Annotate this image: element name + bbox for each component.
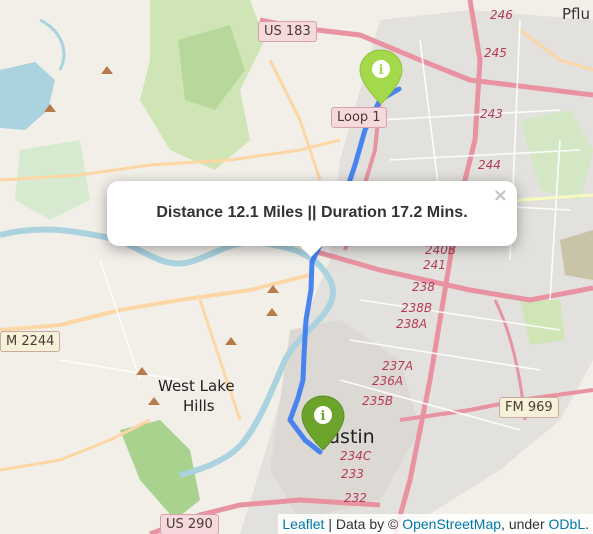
exit-label: 235B — [362, 394, 394, 408]
route-popup: Distance 12.1 Miles || Duration 17.2 Min… — [107, 181, 517, 257]
exit-label: 233 — [341, 467, 364, 481]
close-icon[interactable]: × — [493, 187, 508, 205]
exit-label: 245 — [484, 46, 507, 60]
map-attribution: Leaflet | Data by © OpenStreetMap, under… — [278, 514, 593, 534]
popup-tip — [299, 245, 323, 257]
attribution-text: . — [585, 516, 589, 532]
end-marker[interactable]: i — [300, 394, 346, 452]
map-tiles — [0, 0, 593, 534]
exit-label: 241 — [423, 258, 446, 272]
exit-label: 238A — [396, 317, 428, 331]
loop1-shield: Loop 1 — [331, 107, 387, 128]
place-pflu: Pflu — [562, 5, 591, 23]
exit-label: 238B — [401, 301, 433, 315]
us290-shield: US 290 — [160, 514, 219, 534]
exit-label: 246 — [490, 8, 513, 22]
attribution-text: | Data by © — [324, 516, 403, 532]
place-west-lake-hills: Hills — [183, 397, 215, 415]
start-marker[interactable]: i — [358, 48, 404, 106]
leaflet-link[interactable]: Leaflet — [282, 516, 324, 532]
place-west-lake: West Lake — [158, 377, 235, 395]
us183-shield: US 183 — [258, 21, 317, 42]
odbl-link[interactable]: ODbL — [549, 516, 586, 532]
exit-label: 243 — [480, 107, 503, 121]
svg-text:i: i — [379, 63, 384, 78]
exit-label: 238 — [412, 280, 435, 294]
exit-label: 232 — [344, 491, 367, 505]
popup-text: Distance 12.1 Miles || Duration 17.2 Min… — [156, 204, 468, 221]
map-container[interactable]: US 183 Loop 1 M 2244 FM 969 US 290 246 2… — [0, 0, 593, 534]
attribution-text: , under — [501, 516, 549, 532]
svg-text:i: i — [321, 409, 326, 424]
exit-label: 237A — [382, 359, 414, 373]
exit-label: 236A — [372, 374, 404, 388]
exit-label: 244 — [478, 158, 501, 172]
fm969-shield: FM 969 — [499, 397, 559, 418]
fm2244-shield: M 2244 — [0, 331, 61, 352]
osm-link[interactable]: OpenStreetMap — [402, 516, 501, 532]
